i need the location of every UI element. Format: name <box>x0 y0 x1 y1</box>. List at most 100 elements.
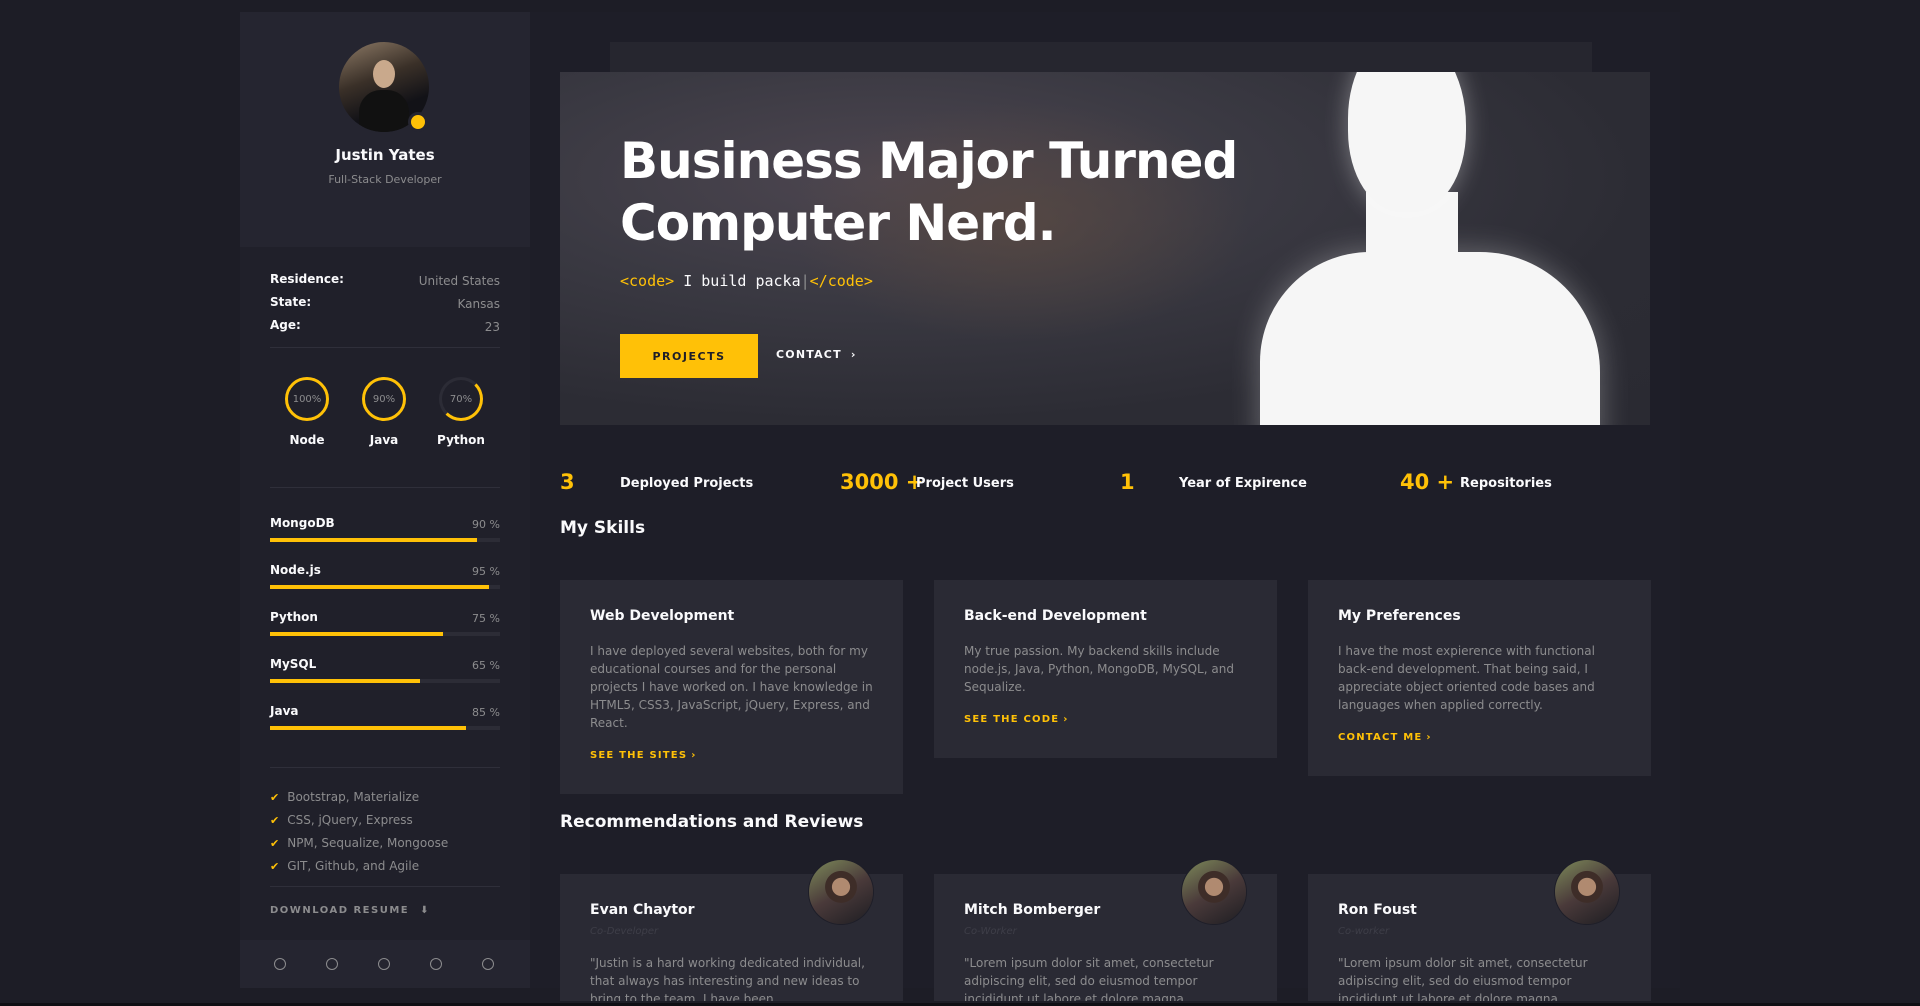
skill-bar-label: Node.js <box>270 563 321 577</box>
check-label: CSS, jQuery, Express <box>287 813 413 827</box>
code-close-tag: </code> <box>809 272 873 290</box>
see-sites-label: SEE THE SITES <box>590 750 688 761</box>
skill-bar-fill <box>270 726 466 730</box>
social-icon[interactable] <box>430 958 442 970</box>
social-icon[interactable] <box>326 958 338 970</box>
reviewer-role: Co-Worker <box>964 926 1017 937</box>
projects-button[interactable]: PROJECTS <box>620 334 758 378</box>
section-title-reviews: Recommendations and Reviews <box>560 812 864 832</box>
sidebar: Justin Yates Full-Stack Developer Reside… <box>240 12 530 988</box>
avatar-head <box>373 60 395 88</box>
download-resume-link[interactable]: DOWNLOAD RESUME ⬇ <box>270 905 430 916</box>
skill-bar-mongodb: MongoDB 90 % <box>270 516 500 546</box>
progress-ring: 100% <box>285 377 329 421</box>
profile-name: Justin Yates <box>335 146 435 164</box>
skill-card-backend: Back-end Development My true passion. My… <box>934 580 1277 758</box>
social-icon[interactable] <box>274 958 286 970</box>
profile-card: Justin Yates Full-Stack Developer <box>240 12 530 247</box>
reviewer-role: Co-worker <box>1338 926 1390 937</box>
check-label: GIT, Github, and Agile <box>287 859 420 873</box>
info-value: Kansas <box>457 297 500 311</box>
social-icon[interactable] <box>378 958 390 970</box>
contact-me-link[interactable]: CONTACT ME › <box>1338 732 1432 743</box>
hero-banner: Business Major Turned Computer Nerd. <co… <box>560 72 1650 425</box>
check-icon: ✔ <box>270 837 280 850</box>
social-icon[interactable] <box>482 958 494 970</box>
info-key: Residence: <box>270 272 344 286</box>
skill-bar-track <box>270 726 500 730</box>
skill-bar-percent: 75 % <box>472 612 500 625</box>
see-sites-link[interactable]: SEE THE SITES › <box>590 750 697 761</box>
skill-bar-track <box>270 632 500 636</box>
skill-card-web: Web Development I have deployed several … <box>560 580 903 794</box>
info-key: State: <box>270 295 312 309</box>
stat-number: 40 + <box>1400 470 1455 494</box>
stat-number: 1 <box>1120 470 1135 494</box>
circle-java: 90% Java <box>349 377 419 447</box>
check-icon: ✔ <box>270 814 280 827</box>
skill-bar-label: MySQL <box>270 657 317 671</box>
chevron-right-icon: › <box>1063 714 1069 725</box>
reviewer-role: Co-Developer <box>590 926 659 937</box>
skill-bar-fill <box>270 585 489 589</box>
skill-bar-fill <box>270 538 477 542</box>
skill-check-item: ✔ Bootstrap, Materialize <box>270 790 419 804</box>
circle-label: Java <box>369 433 399 447</box>
circle-label: Python <box>437 433 485 447</box>
stat-label: Project Users <box>916 476 1014 491</box>
reviewer-name: Mitch Bomberger <box>964 902 1101 918</box>
section-title-skills: My Skills <box>560 518 646 538</box>
reviewer-name: Ron Foust <box>1338 902 1417 918</box>
code-text: I build packa <box>674 272 801 290</box>
info-value: United States <box>418 274 500 288</box>
circle-node: 100% Node <box>272 377 342 447</box>
review-quote: "Justin is a hard working dedicated indi… <box>590 956 865 1001</box>
review-quote: "Lorem ipsum dolor sit amet, consectetur… <box>1338 956 1588 1001</box>
skill-bar-percent: 65 % <box>472 659 500 672</box>
reviewer-avatar <box>1555 860 1619 924</box>
stat-number: 3000 + <box>840 470 924 494</box>
skill-check-item: ✔ GIT, Github, and Agile <box>270 859 419 873</box>
skill-check-item: ✔ CSS, jQuery, Express <box>270 813 413 827</box>
reviewer-avatar <box>1182 860 1246 924</box>
divider <box>270 886 500 887</box>
hero-title: Business Major Turned Computer Nerd. <box>620 132 1238 252</box>
text-cursor: | <box>800 272 810 290</box>
see-code-label: SEE THE CODE <box>964 714 1060 725</box>
skill-bar-track <box>270 585 500 589</box>
profile-role: Full-Stack Developer <box>328 173 442 186</box>
skill-bar-label: Python <box>270 610 318 624</box>
download-resume-label: DOWNLOAD RESUME <box>270 905 410 916</box>
progress-ring: 70% <box>439 377 483 421</box>
skill-bar-python: Python 75 % <box>270 610 500 640</box>
skill-bar-mysql: MySQL 65 % <box>270 657 500 687</box>
chevron-right-icon: › <box>850 348 857 361</box>
circle-python: 70% Python <box>426 377 496 447</box>
skill-card-desc: My true passion. My backend skills inclu… <box>964 644 1234 694</box>
skill-card-preferences: My Preferences I have the most expierenc… <box>1308 580 1651 776</box>
download-icon: ⬇ <box>420 905 430 916</box>
stat-label: Repositories <box>1460 476 1552 491</box>
stat-label: Deployed Projects <box>620 476 754 491</box>
skill-bar-percent: 85 % <box>472 706 500 719</box>
check-label: NPM, Sequalize, Mongoose <box>287 836 449 850</box>
chevron-right-icon: › <box>1426 732 1432 743</box>
skill-bar-track <box>270 538 500 542</box>
see-code-link[interactable]: SEE THE CODE › <box>964 714 1069 725</box>
skill-bar-nodejs: Node.js 95 % <box>270 563 500 593</box>
chevron-right-icon: › <box>691 750 697 761</box>
check-icon: ✔ <box>270 860 280 873</box>
divider <box>270 487 500 488</box>
divider <box>270 347 500 348</box>
info-key: Age: <box>270 318 301 332</box>
skill-card-desc: I have deployed several websites, both f… <box>590 644 873 730</box>
skill-bar-fill <box>270 679 420 683</box>
status-dot <box>408 112 428 132</box>
info-value: 23 <box>484 320 500 334</box>
check-icon: ✔ <box>270 791 280 804</box>
skill-check-item: ✔ NPM, Sequalize, Mongoose <box>270 836 448 850</box>
social-bar <box>240 940 530 988</box>
skill-bar-track <box>270 679 500 683</box>
skill-bar-percent: 90 % <box>472 518 500 531</box>
contact-button[interactable]: CONTACT › <box>776 348 857 361</box>
